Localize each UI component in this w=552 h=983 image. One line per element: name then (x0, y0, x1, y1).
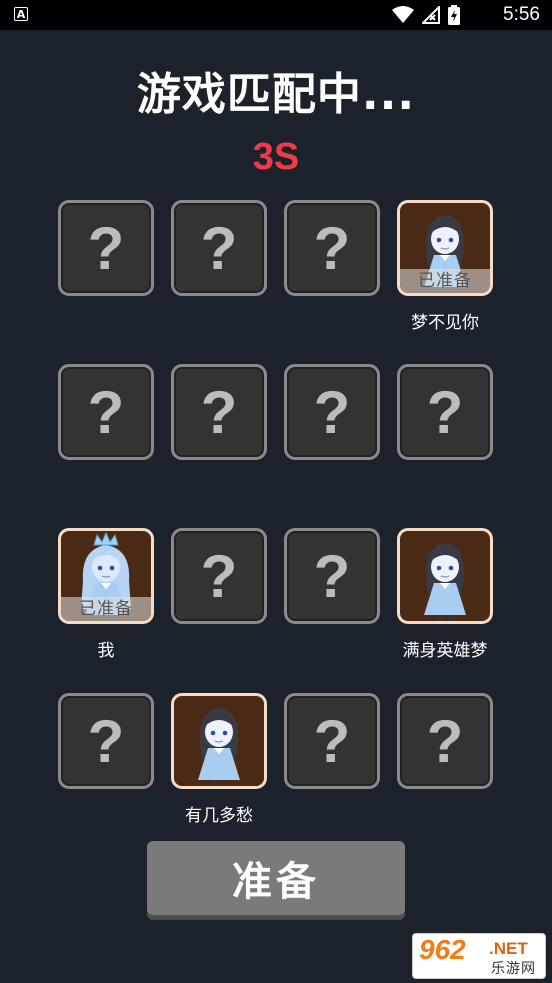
empty-slot: ? (284, 200, 380, 296)
ready-badge: 已准备 (61, 597, 151, 621)
question-mark-icon: ? (200, 542, 238, 610)
question-mark-icon: ? (426, 378, 464, 446)
ready-badge: 已准备 (400, 269, 490, 293)
wifi-icon (392, 6, 414, 23)
question-mark-icon: ? (200, 214, 238, 282)
status-bar: A 5:56 (0, 0, 552, 30)
watermark-suffix: .NET (489, 939, 528, 958)
battery-charging-icon (448, 5, 460, 25)
player-slot: 已准备 (58, 528, 154, 624)
player-slot (397, 528, 493, 624)
question-mark-icon: ? (426, 707, 464, 775)
player-name: 我 (97, 641, 115, 661)
empty-slot: ? (171, 200, 267, 296)
watermark-subtitle: 乐游网 (491, 961, 536, 977)
question-mark-icon: ? (200, 378, 238, 446)
question-mark-icon: ? (313, 378, 351, 446)
empty-slot: ? (284, 364, 380, 460)
question-mark-icon: ? (87, 707, 125, 775)
player-name: 梦不见你 (411, 313, 479, 333)
countdown-timer: 3S (252, 136, 300, 178)
question-mark-icon: ? (313, 214, 351, 282)
app-notification-icon: A (14, 7, 28, 21)
empty-slot: ? (171, 528, 267, 624)
question-mark-icon: ? (87, 214, 125, 282)
empty-slot: ? (58, 200, 154, 296)
player-slot: 已准备 (397, 200, 493, 296)
ready-button[interactable]: 准备 (147, 841, 405, 915)
status-time: 5:56 (503, 4, 540, 25)
page-title: 游戏匹配中... (136, 69, 416, 120)
empty-slot: ? (58, 693, 154, 789)
question-mark-icon: ? (87, 378, 125, 446)
player-slot (171, 693, 267, 789)
site-watermark: 962 .NET 乐游网 (412, 933, 546, 979)
player-name: 满身英雄梦 (402, 641, 488, 661)
empty-slot: ? (284, 528, 380, 624)
watermark-number: 962 (419, 934, 466, 965)
empty-slot: ? (397, 693, 493, 789)
no-signal-icon (422, 6, 440, 24)
question-mark-icon: ? (313, 542, 351, 610)
question-mark-icon: ? (313, 707, 351, 775)
empty-slot: ? (397, 364, 493, 460)
empty-slot: ? (171, 364, 267, 460)
player-name: 有几多愁 (185, 806, 253, 826)
empty-slot: ? (284, 693, 380, 789)
empty-slot: ? (58, 364, 154, 460)
